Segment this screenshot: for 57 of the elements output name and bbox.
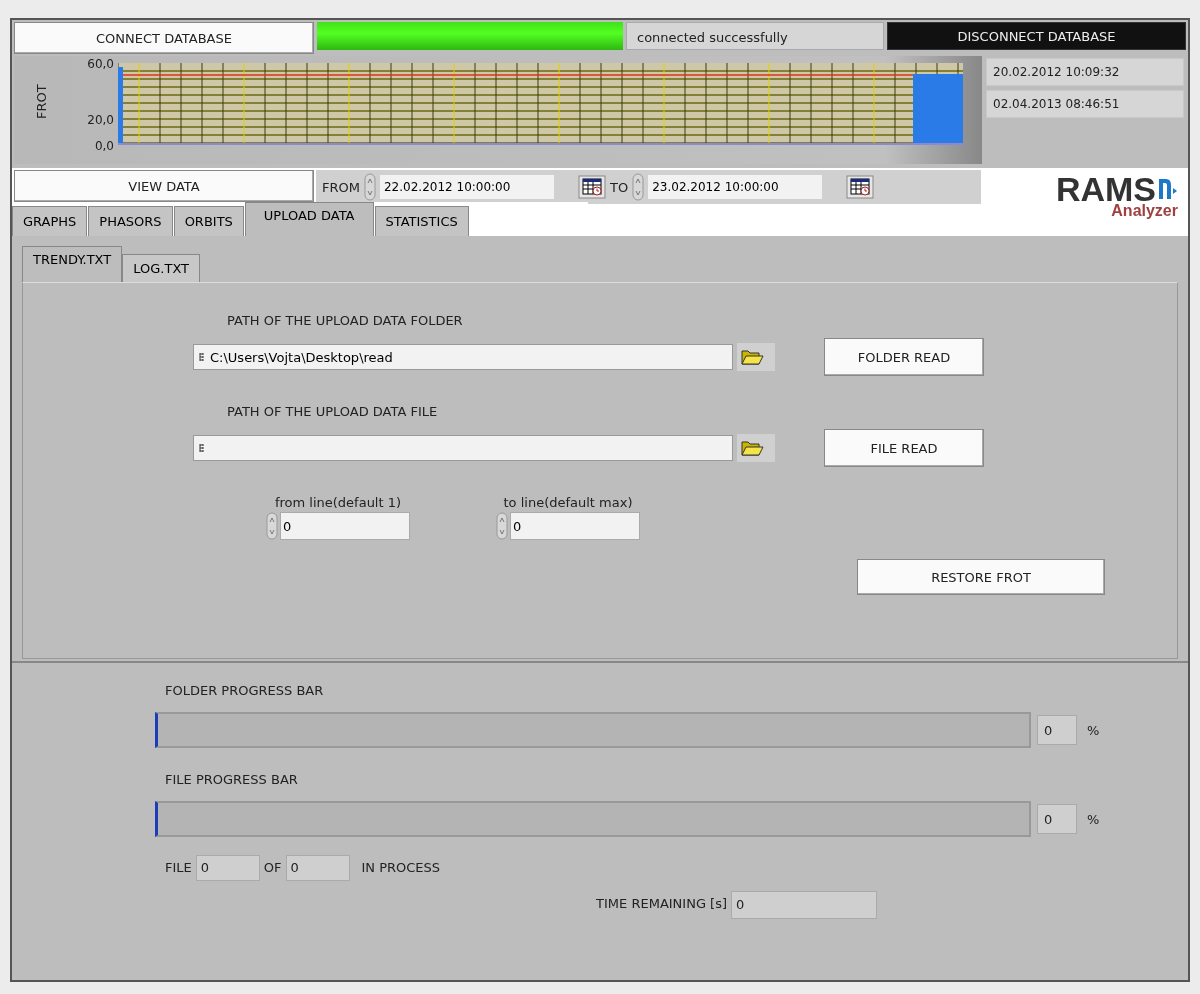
in-process-label: IN PROCESS: [361, 859, 441, 875]
date-field[interactable]: 23.02.2012 10:00:00: [648, 175, 823, 199]
end-time: 02.04.2013 08:46:51: [986, 90, 1184, 118]
view-data-button[interactable]: VIEW DATA: [14, 170, 314, 202]
path-field[interactable]: C:\Users\Vojta\Desktop\read: [193, 344, 733, 370]
file-total: 0: [285, 855, 350, 881]
spinner-icon[interactable]: [363, 173, 376, 201]
time-remaining-value: 0: [731, 891, 878, 919]
path-icon: [198, 443, 205, 453]
logo-icon: [1158, 177, 1178, 201]
field-label: PATH OF THE UPLOAD DATA FOLDER: [226, 313, 464, 328]
percent-value: 0: [1037, 715, 1077, 745]
calendar-icon[interactable]: [846, 175, 875, 199]
folder-icon[interactable]: [737, 434, 775, 462]
connect-database-button[interactable]: CONNECT DATABASE: [14, 22, 314, 54]
progress-label: FOLDER PROGRESS BAR: [164, 683, 325, 698]
start-time: 20.02.2012 10:09:32: [986, 58, 1184, 86]
field-label: to line(default max): [503, 495, 633, 510]
number-field[interactable]: 0: [280, 512, 410, 540]
date-label: FROM: [322, 179, 360, 195]
spinner-icon[interactable]: [496, 512, 508, 540]
percent-unit: %: [1087, 811, 1100, 827]
tick-label: 0,0: [94, 139, 114, 153]
field-label: from line(default 1): [274, 495, 402, 510]
path-field[interactable]: [193, 435, 733, 461]
field-label: PATH OF THE UPLOAD DATA FILE: [226, 404, 439, 419]
tab[interactable]: GRAPHS: [12, 206, 88, 236]
axis-title: FROT: [34, 83, 48, 119]
of-label: OF: [263, 859, 282, 875]
percent-value: 0: [1037, 804, 1077, 834]
file-label: FILE: [165, 859, 192, 875]
tab[interactable]: LOG.TXT: [122, 254, 200, 282]
tick-label: 60,0: [87, 57, 114, 71]
percent-unit: %: [1087, 722, 1100, 738]
time-remaining-label: TIME REMAINING [s]: [596, 895, 728, 911]
disconnect-database-button[interactable]: DISCONNECT DATABASE: [887, 22, 1186, 50]
file-index: 0: [195, 855, 260, 881]
path-icon: [198, 352, 205, 362]
progress-label: FILE PROGRESS BAR: [164, 772, 299, 787]
tab[interactable]: STATISTICS: [374, 206, 469, 236]
tick-label: 20,0: [87, 113, 114, 127]
tab[interactable]: UPLOAD DATA: [244, 202, 374, 236]
spinner-icon[interactable]: [266, 512, 278, 540]
connection-status: connected successfully: [626, 22, 884, 50]
folder-icon[interactable]: [737, 343, 775, 371]
tab[interactable]: ORBITS: [173, 206, 244, 236]
calendar-icon[interactable]: [577, 175, 606, 199]
restore-frot-button[interactable]: RESTORE FROT: [857, 559, 1105, 595]
spinner-icon[interactable]: [632, 173, 645, 201]
folder-read-button[interactable]: FOLDER READ: [824, 338, 984, 376]
file-read-button[interactable]: FILE READ: [824, 429, 984, 467]
number-field[interactable]: 0: [510, 512, 640, 540]
date-label: TO: [609, 179, 629, 195]
logo-subtitle: Analyzer: [1111, 202, 1178, 220]
tab[interactable]: PHASORS: [88, 206, 173, 236]
tab[interactable]: TRENDY.TXT: [22, 246, 123, 282]
date-field[interactable]: 22.02.2012 10:00:00: [379, 175, 554, 199]
